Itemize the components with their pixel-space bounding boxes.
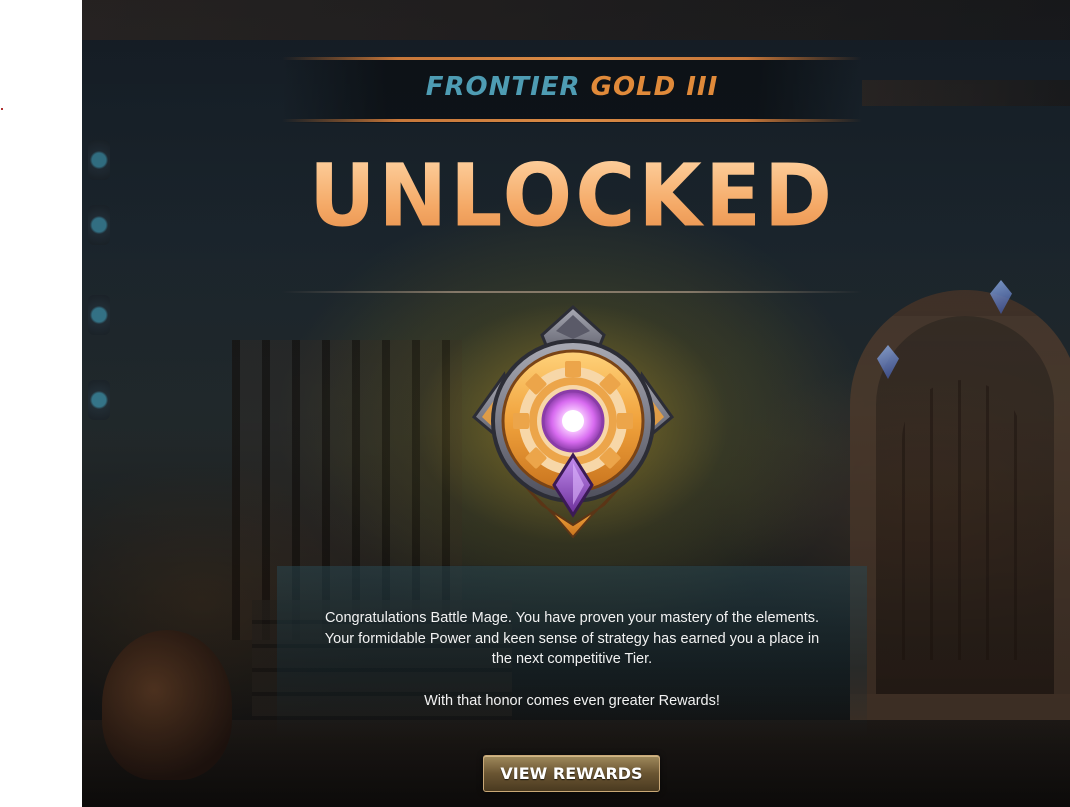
title-top-rule	[282, 57, 862, 60]
rewards-message: With that honor comes even greater Rewar…	[424, 693, 720, 709]
page-left-margin	[0, 0, 82, 807]
view-rewards-button[interactable]: VIEW REWARDS	[483, 755, 660, 792]
unlock-screen: FRONTIER GOLD III UNLOCKED Congratulatio…	[82, 0, 1070, 807]
tier-rank: GOLD III	[590, 72, 719, 102]
congratulations-message: Congratulations Battle Mage. You have pr…	[324, 610, 820, 667]
tier-title: FRONTIER GOLD III	[282, 72, 862, 102]
tier-league: FRONTIER	[425, 72, 581, 102]
gold-tier-emblem-icon	[471, 305, 675, 539]
margin-dot	[1, 108, 3, 110]
unlocked-headline: UNLOCKED	[282, 147, 862, 247]
title-bottom-rule	[282, 119, 862, 122]
